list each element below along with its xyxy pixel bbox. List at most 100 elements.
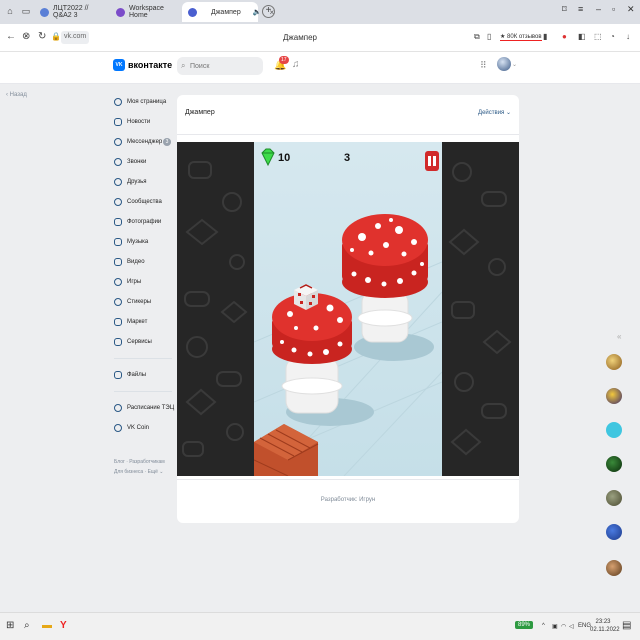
pause-button[interactable]	[425, 151, 439, 171]
bookmark-icon[interactable]: ▮	[543, 32, 547, 42]
profile-icon[interactable]: ◔	[610, 32, 615, 42]
nav-label: Мессенджер	[127, 139, 163, 145]
wifi-icon[interactable]: ◠	[561, 623, 566, 630]
notifications-bell-icon[interactable]: 🔔 17	[274, 56, 289, 71]
nav-item-photos[interactable]: Фотографии	[114, 216, 161, 228]
user-avatar[interactable]	[497, 57, 511, 71]
nav-item-news[interactable]: Новости	[114, 116, 150, 128]
apps-grid-icon[interactable]: ⠿	[480, 60, 487, 71]
vk-brand-name[interactable]: вконтакте	[128, 60, 172, 70]
app-title: Джампер	[185, 109, 215, 116]
nav-item-video[interactable]: Видео	[114, 256, 145, 268]
back-link[interactable]: ‹ Назад	[6, 92, 27, 98]
maximize-icon[interactable]: ▫	[612, 4, 615, 14]
nav-item-games[interactable]: Игры	[114, 276, 141, 288]
music-icon	[114, 238, 122, 246]
friend-avatar[interactable]	[606, 388, 622, 404]
reviews-badge[interactable]: ★ 80К отзывов	[500, 33, 542, 41]
nav-item-schedule[interactable]: Расписание ТЭЦ	[114, 402, 174, 414]
games-icon	[114, 278, 122, 286]
tray-chevron-icon[interactable]: ^	[542, 623, 545, 629]
friend-avatar[interactable]	[606, 354, 622, 370]
collapse-icon[interactable]: «	[617, 332, 621, 341]
score-counter: 3	[344, 152, 351, 164]
tab-jumper[interactable]: Джампер 🔈 ×	[182, 2, 274, 22]
friend-avatar[interactable]	[606, 524, 622, 540]
page-title: Джампер	[283, 33, 317, 42]
message-icon	[114, 138, 122, 146]
battery-indicator[interactable]: 89%	[515, 621, 534, 629]
notification-center-icon[interactable]: ▤	[622, 621, 631, 631]
tab-workspace[interactable]: Workspace Home	[110, 2, 182, 22]
music-player-icon[interactable]: ♫	[292, 59, 300, 70]
divider	[177, 479, 519, 480]
nav-item-messenger[interactable]: Мессенджер 3	[114, 136, 171, 148]
chevron-down-icon[interactable]: ⌄	[512, 61, 517, 68]
friend-avatar[interactable]	[606, 560, 622, 576]
nav-label: Расписание ТЭЦ	[127, 405, 175, 411]
actions-dropdown[interactable]: Действия ⌄	[478, 109, 511, 116]
gems-counter: 10	[278, 152, 291, 164]
file-explorer-icon[interactable]: ▬	[42, 621, 52, 631]
translate-icon[interactable]: ⧉	[474, 32, 480, 42]
tab-favicon-icon	[40, 7, 49, 17]
clock[interactable]: 23:23 02.11.2022	[590, 618, 620, 634]
nav-item-vk-coin[interactable]: VK Coin	[114, 422, 149, 434]
bookmarks-icon[interactable]: ⌑	[562, 4, 567, 15]
windows-start-icon[interactable]: ⊞	[6, 621, 14, 631]
nav-item-files[interactable]: Файлы	[114, 369, 146, 381]
photo-icon	[114, 218, 122, 226]
mute-tab-icon[interactable]: 🔈	[253, 8, 262, 16]
search-input[interactable]	[190, 60, 258, 72]
pattern-background	[177, 142, 254, 476]
footer-links: Блог · Разработчикам Для бизнеса · Ещё ⌄	[114, 457, 174, 477]
extensions-icon[interactable]: ⬚	[594, 32, 602, 42]
reader-icon[interactable]: ▯	[487, 32, 491, 42]
app-card: Джампер Действия ⌄ 10 3 Разработчик: Игр…	[177, 95, 519, 523]
close-window-icon[interactable]: ✕	[627, 4, 635, 15]
user-icon	[114, 98, 122, 106]
nav-label: Моя страница	[127, 99, 167, 105]
vk-logo-icon[interactable]: VK	[113, 59, 125, 71]
nav-item-services[interactable]: Сервисы	[114, 336, 152, 348]
tabs-list-icon[interactable]: ▭	[18, 3, 34, 19]
download-icon[interactable]: ↓	[626, 32, 630, 42]
browser-toolbar: ← ⊗ ↻ 🔒 vk.com Джампер ⧉ ▯ ★ 80К отзывов…	[0, 24, 640, 52]
game-scene	[254, 214, 442, 476]
friend-avatar[interactable]	[606, 490, 622, 506]
game-canvas[interactable]: 10 3	[177, 142, 519, 476]
nav-label: Маркет	[127, 319, 148, 325]
nav-item-stickers[interactable]: Стикеры	[114, 296, 151, 308]
footer-line[interactable]: Блог · Разработчикам	[114, 457, 174, 467]
nav-item-communities[interactable]: Сообщества	[114, 196, 162, 208]
extension-icon[interactable]: ●	[562, 32, 567, 42]
extension-icon[interactable]: ◧	[578, 32, 586, 42]
friend-avatar[interactable]	[606, 422, 622, 438]
minimize-icon[interactable]: –	[596, 4, 601, 14]
yandex-icon[interactable]: ⊗	[22, 32, 30, 42]
nav-item-music[interactable]: Музыка	[114, 236, 148, 248]
search-box[interactable]: ⌕	[177, 57, 263, 75]
news-icon	[114, 118, 122, 126]
nav-divider	[114, 391, 172, 392]
new-tab-button[interactable]: +	[262, 5, 275, 18]
reload-icon[interactable]: ↻	[38, 32, 46, 42]
yandex-browser-icon[interactable]: Y	[60, 621, 67, 631]
nav-item-friends[interactable]: Друзья	[114, 176, 146, 188]
nav-label: Сервисы	[127, 339, 152, 345]
browser-menu-icon[interactable]: ⌂	[2, 3, 18, 19]
search-icon[interactable]: ⌕	[24, 621, 30, 631]
developer-link[interactable]: Разработчик: Игрун	[177, 497, 519, 503]
nav-item-market[interactable]: Маркет	[114, 316, 147, 328]
nav-item-calls[interactable]: Звонки	[114, 156, 146, 168]
friend-avatar[interactable]	[606, 456, 622, 472]
menu-icon[interactable]: ≡	[578, 4, 583, 14]
volume-icon[interactable]: ◁	[569, 623, 574, 630]
tab-qa[interactable]: ЛЦТ2022 // Q&A2 3	[34, 2, 106, 22]
address-bar[interactable]: vk.com	[61, 31, 89, 44]
back-arrow-icon[interactable]: ←	[6, 32, 16, 42]
footer-line[interactable]: Для бизнеса · Ещё ⌄	[114, 467, 174, 477]
nav-item-my-page[interactable]: Моя страница	[114, 96, 166, 108]
network-icon[interactable]: ▣	[552, 623, 558, 630]
game-stage[interactable]: 10 3	[254, 142, 442, 476]
